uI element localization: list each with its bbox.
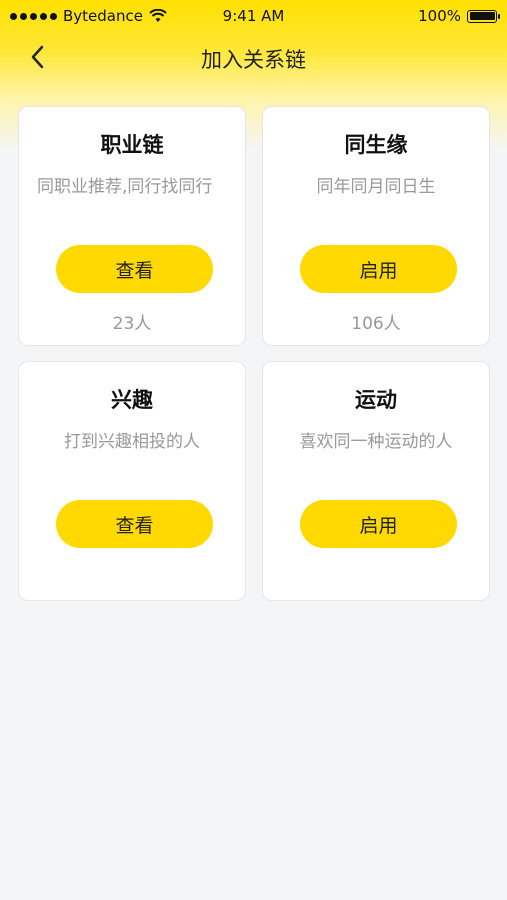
card-title: 职业链 <box>100 133 164 157</box>
card-interests: 兴趣 打到兴趣相投的人 查看 <box>18 361 246 601</box>
nav-bar: 加入关系链 <box>0 36 507 82</box>
status-bar: Bytedance 9:41 AM 100% <box>0 0 507 32</box>
card-title: 兴趣 <box>111 388 153 412</box>
card-description: 同年同月同日生 <box>316 177 436 197</box>
enable-button[interactable]: 启用 <box>300 500 457 548</box>
view-button[interactable]: 查看 <box>56 500 213 548</box>
battery-group: 100% <box>418 7 500 25</box>
card-description: 同职业推荐,同行找同行 <box>37 177 213 197</box>
card-title: 同生缘 <box>344 133 408 157</box>
page-title: 加入关系链 <box>201 48 306 72</box>
card-description: 打到兴趣相投的人 <box>64 432 200 452</box>
view-button[interactable]: 查看 <box>56 245 213 293</box>
card-sports: 运动 喜欢同一种运动的人 启用 <box>262 361 490 601</box>
card-career-chain: 职业链 同职业推荐,同行找同行 查看 23人 <box>18 106 246 346</box>
card-birthday-match: 同生缘 同年同月同日生 启用 106人 <box>262 106 490 346</box>
card-description: 喜欢同一种运动的人 <box>299 432 453 452</box>
card-title: 运动 <box>355 388 397 412</box>
battery-icon <box>467 9 500 23</box>
member-count: 106人 <box>351 314 401 334</box>
enable-button[interactable]: 启用 <box>300 245 457 293</box>
battery-percentage: 100% <box>418 7 461 25</box>
member-count: 23人 <box>112 314 152 334</box>
battery-fill <box>469 12 495 20</box>
